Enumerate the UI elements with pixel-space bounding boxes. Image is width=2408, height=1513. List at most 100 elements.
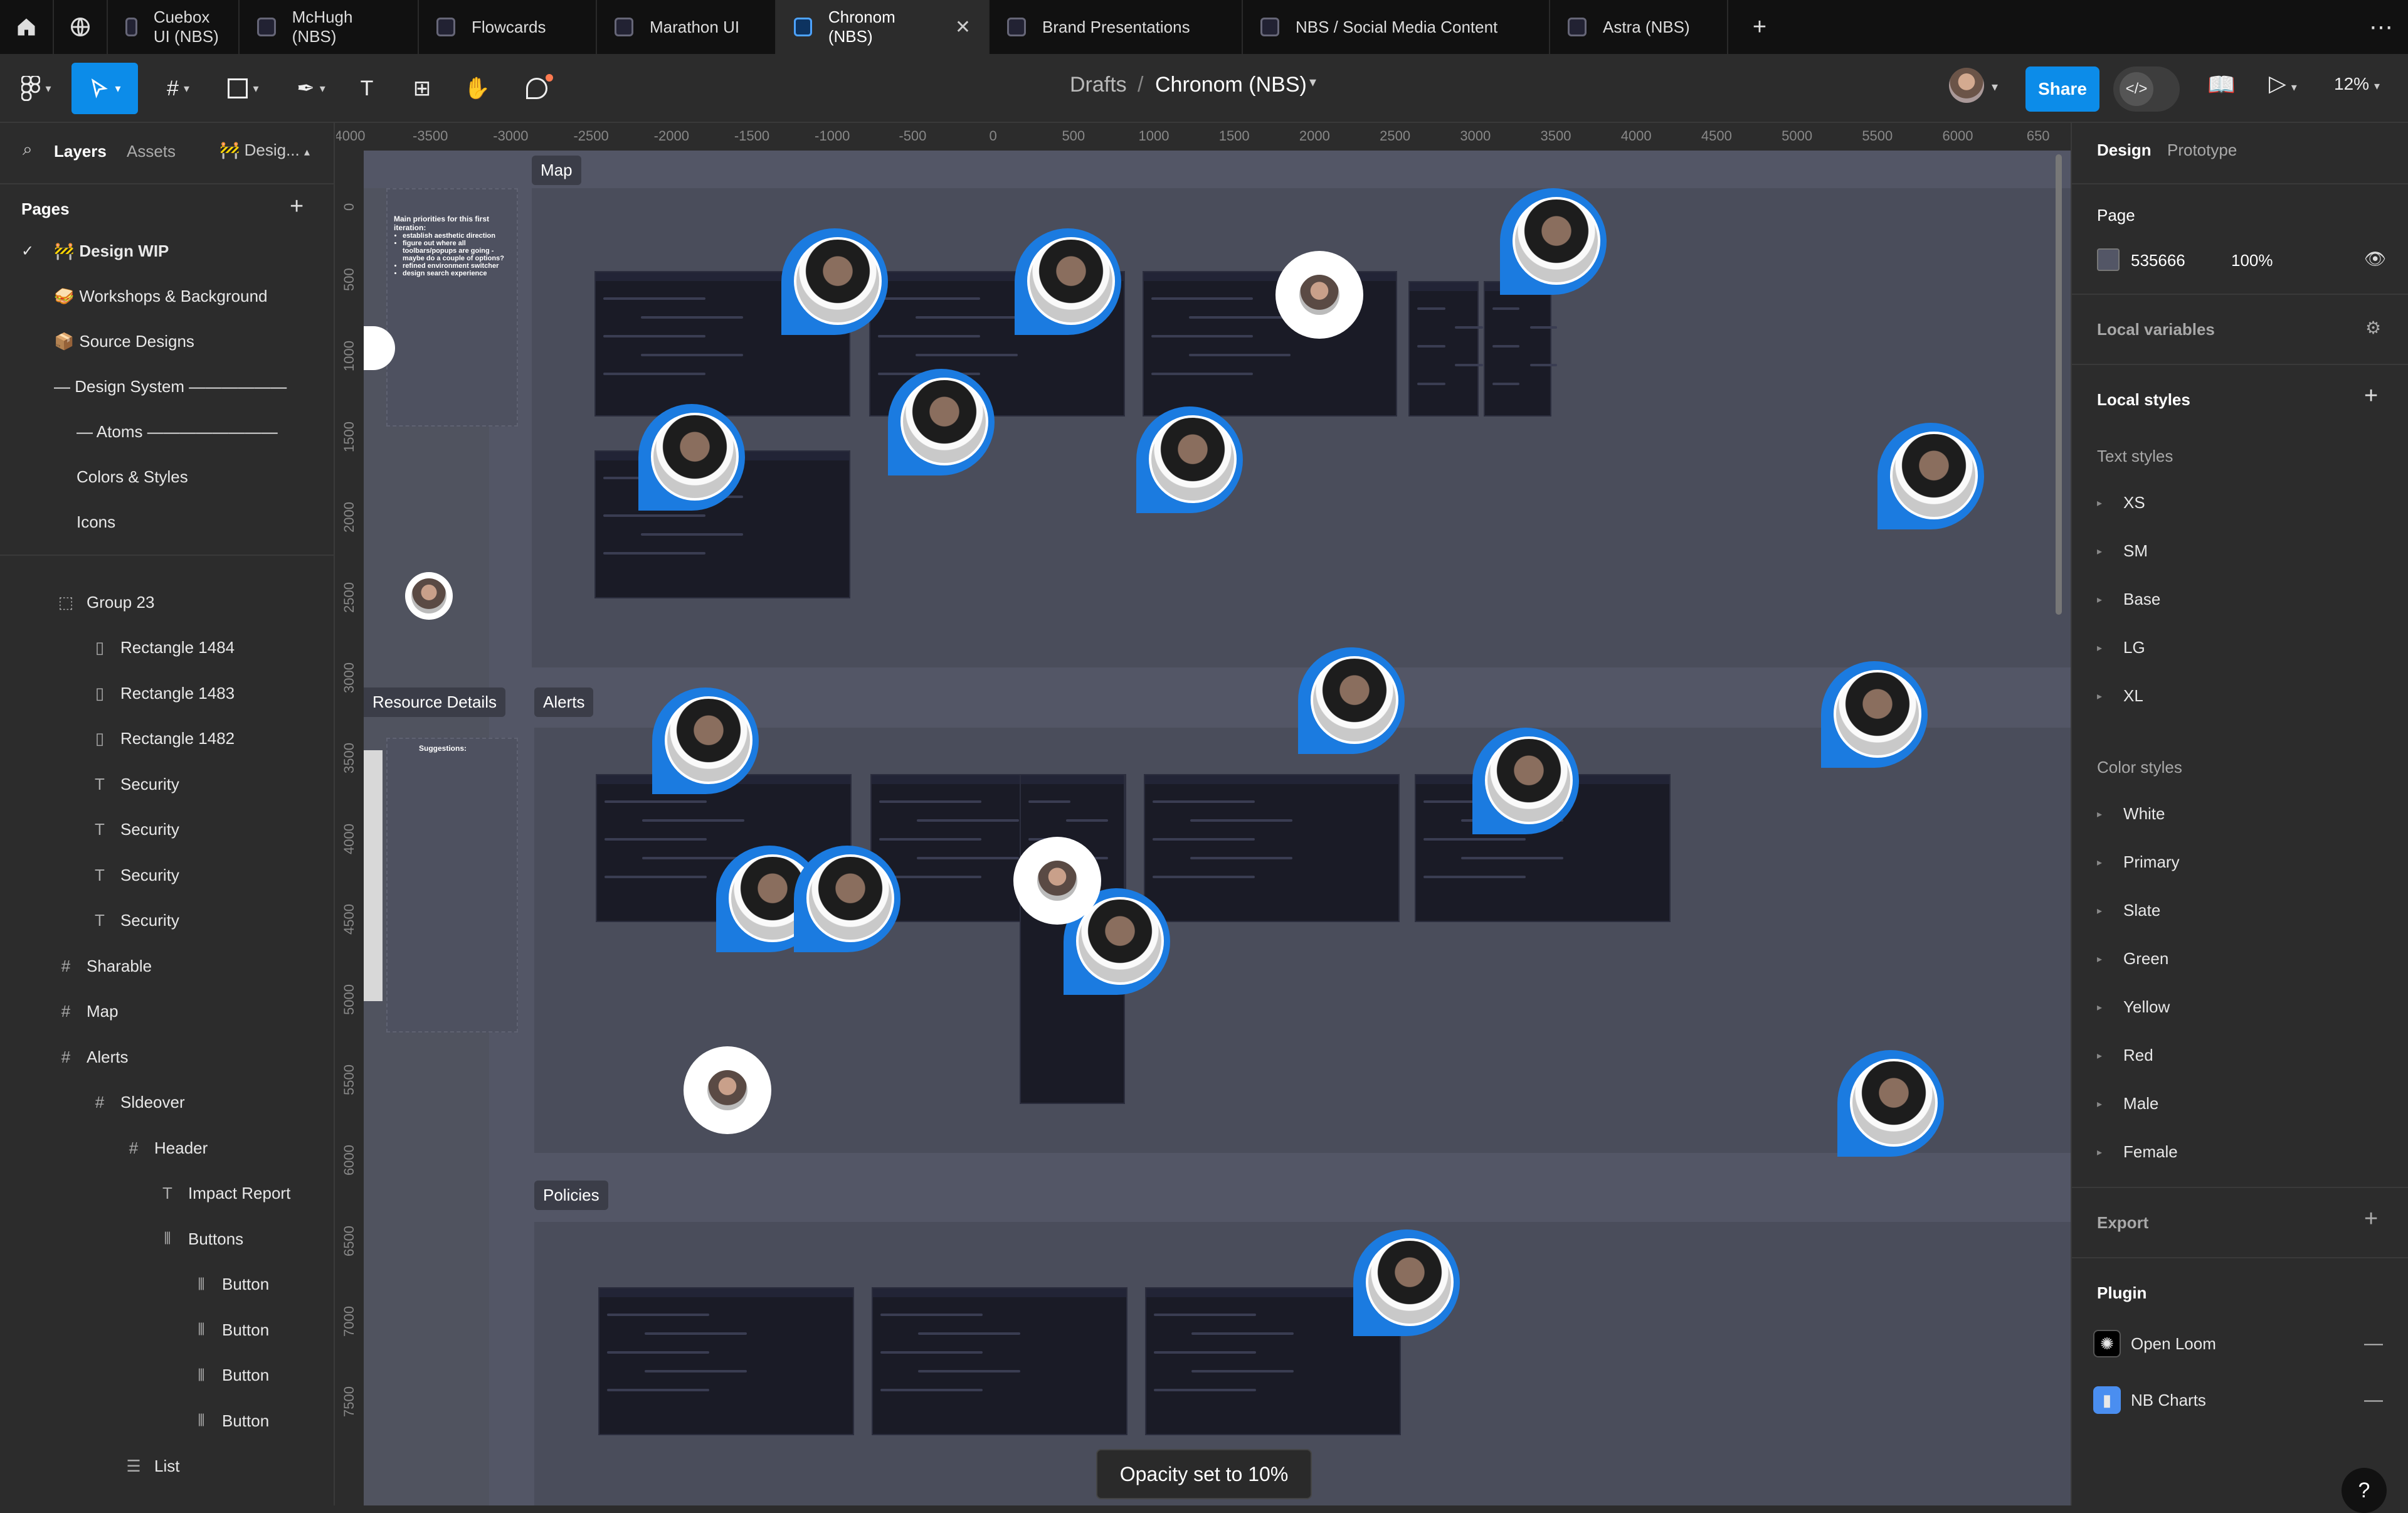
resources-tool-button[interactable]: ⊞: [406, 63, 438, 114]
page-item[interactable]: Colors & Styles: [0, 454, 334, 499]
collaborator-avatar[interactable]: [1013, 837, 1101, 925]
text-style-item[interactable]: ▸ XS: [2097, 493, 2145, 512]
layer-item[interactable]: ☰ Top: [0, 1489, 334, 1506]
tab-1[interactable]: McHugh (NBS): [240, 0, 419, 54]
color-style-item[interactable]: ▸ Red: [2097, 1046, 2153, 1065]
page-item[interactable]: Icons: [0, 499, 334, 544]
add-page-button[interactable]: +: [290, 193, 304, 220]
collaborator-cursor[interactable]: [652, 687, 759, 794]
layer-item[interactable]: T Security: [0, 807, 334, 852]
collaborator-cursor[interactable]: [1015, 228, 1121, 335]
section-label-resource-details[interactable]: Resource Details: [364, 687, 505, 717]
page-opacity-value[interactable]: 100%: [2231, 251, 2273, 270]
new-tab-button[interactable]: +: [1728, 0, 1791, 54]
collaborator-cursor[interactable]: [1500, 188, 1607, 295]
section-label-map[interactable]: Map: [532, 156, 581, 185]
mockup-frame[interactable]: [1144, 774, 1400, 922]
remove-plugin-button[interactable]: —: [2364, 1333, 2383, 1354]
mockup-frame[interactable]: [1408, 281, 1483, 417]
tab-prototype[interactable]: Prototype: [2167, 141, 2237, 160]
visibility-toggle[interactable]: 👁: [2364, 248, 2387, 269]
tab-assets[interactable]: Assets: [127, 142, 176, 161]
collaborator-cursor[interactable]: [1353, 1229, 1460, 1336]
layer-item[interactable]: ▯ Rectangle 1482: [0, 716, 334, 762]
page-item[interactable]: — Atoms ————————: [0, 409, 334, 454]
text-style-item[interactable]: ▸ Base: [2097, 590, 2160, 609]
collaborator-cursor[interactable]: [1136, 406, 1243, 513]
tab-design[interactable]: Design: [2097, 141, 2152, 160]
text-style-item[interactable]: ▸ SM: [2097, 541, 2148, 561]
chevron-down-icon[interactable]: ▾: [1309, 74, 1316, 90]
frame-tool-button[interactable]: # ▾: [153, 63, 203, 114]
hand-tool-button[interactable]: ✋: [462, 63, 493, 114]
collaborator-avatar[interactable]: [684, 1046, 771, 1134]
collaborator-cursor[interactable]: [638, 404, 745, 511]
page-item[interactable]: 📦 Source Designs: [0, 319, 334, 364]
chevron-down-icon[interactable]: ▾: [1992, 79, 1998, 95]
layer-item[interactable]: ▯ Rectangle 1483: [0, 671, 334, 716]
layer-item[interactable]: # Sldeover: [0, 1080, 334, 1125]
layer-item[interactable]: T Security: [0, 762, 334, 807]
help-button[interactable]: ?: [2342, 1468, 2387, 1513]
main-menu-button[interactable]: ▾: [11, 63, 61, 114]
sliders-icon[interactable]: ⚙: [2365, 317, 2381, 338]
section-label-alerts[interactable]: Alerts: [534, 687, 594, 717]
mockup-frame[interactable]: [598, 1287, 854, 1435]
tab-0[interactable]: Cuebox UI (NBS): [108, 0, 240, 54]
text-style-item[interactable]: ▸ XL: [2097, 686, 2143, 706]
layer-item[interactable]: ⦀ Button: [0, 1307, 334, 1352]
layer-item[interactable]: ⦀ Button: [0, 1262, 334, 1307]
dev-mode-toggle[interactable]: </>: [2113, 66, 2180, 112]
page-color-swatch[interactable]: [2097, 248, 2120, 271]
page-color-value[interactable]: 535666: [2131, 251, 2185, 270]
layer-item[interactable]: T Security: [0, 898, 334, 943]
close-icon[interactable]: ✕: [955, 16, 971, 38]
color-style-item[interactable]: ▸ Primary: [2097, 852, 2180, 872]
layer-item[interactable]: ⦀ Button: [0, 1398, 334, 1443]
tab-5[interactable]: Brand Presentations: [990, 0, 1243, 54]
share-button[interactable]: Share: [2025, 66, 2099, 112]
collaborator-cursor[interactable]: [794, 846, 900, 952]
resource-details-frame[interactable]: Suggestions:: [386, 738, 518, 1033]
collaborator-avatar[interactable]: [1275, 251, 1363, 339]
color-style-item[interactable]: ▸ Yellow: [2097, 997, 2170, 1017]
layer-item[interactable]: ☰ List: [0, 1444, 334, 1489]
layer-item[interactable]: T Impact Report: [0, 1171, 334, 1216]
color-style-item[interactable]: ▸ White: [2097, 804, 2165, 824]
local-variables-title[interactable]: Local variables: [2097, 320, 2215, 339]
layer-item[interactable]: ⬚ Group 23: [0, 580, 334, 625]
present-button[interactable]: ▷ ▾: [2269, 70, 2297, 97]
library-button[interactable]: 📖: [2207, 72, 2236, 98]
section-label-policies[interactable]: Policies: [534, 1181, 608, 1210]
color-style-item[interactable]: ▸ Female: [2097, 1142, 2178, 1162]
layer-item[interactable]: ▯ Rectangle 1484: [0, 625, 334, 671]
home-button[interactable]: [0, 0, 54, 54]
shape-tool-button[interactable]: ▾: [218, 63, 268, 114]
color-style-item[interactable]: ▸ Green: [2097, 949, 2168, 969]
add-style-button[interactable]: +: [2364, 383, 2378, 410]
layer-item[interactable]: T Security: [0, 852, 334, 898]
collaborator-cursor[interactable]: [781, 228, 888, 335]
mockup-frame[interactable]: [872, 1287, 1127, 1435]
color-style-item[interactable]: ▸ Male: [2097, 1094, 2158, 1113]
layer-item[interactable]: ⦀ Button: [0, 1353, 334, 1398]
tab-3[interactable]: Marathon UI: [597, 0, 776, 54]
tab-2[interactable]: Flowcards: [419, 0, 597, 54]
collaborator-cursor[interactable]: [1298, 647, 1405, 754]
plugin-item[interactable]: ✺ Open Loom —: [2093, 1330, 2383, 1357]
mockup-frame[interactable]: [1484, 281, 1558, 417]
page-dropdown[interactable]: 🚧 Desig... ▴: [219, 141, 310, 160]
page-item[interactable]: — Design System ——————: [0, 364, 334, 409]
layer-item[interactable]: # Alerts: [0, 1034, 334, 1080]
more-menu-button[interactable]: ⋯: [2354, 0, 2408, 54]
pen-tool-button[interactable]: ✒ ▾: [286, 63, 336, 114]
search-icon[interactable]: ⌕: [23, 139, 33, 160]
text-style-item[interactable]: ▸ LG: [2097, 638, 2145, 657]
layer-item[interactable]: # Sharable: [0, 943, 334, 989]
tab-7[interactable]: Astra (NBS): [1550, 0, 1728, 54]
plugin-item[interactable]: ▮ NB Charts —: [2093, 1386, 2383, 1414]
comment-tool-button[interactable]: [518, 63, 556, 114]
text-tool-button[interactable]: T: [351, 63, 383, 114]
remove-plugin-button[interactable]: —: [2364, 1389, 2383, 1411]
tab-4[interactable]: Chronom (NBS) ✕: [776, 0, 990, 54]
